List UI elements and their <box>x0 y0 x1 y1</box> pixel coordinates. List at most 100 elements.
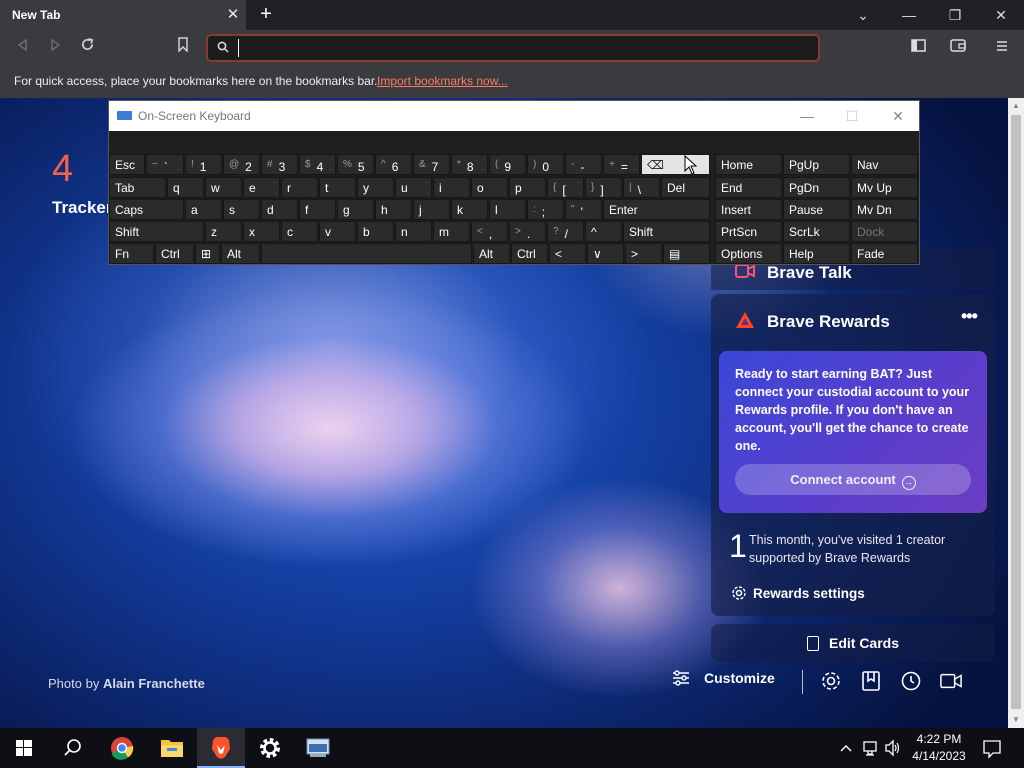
show-hidden-icons-chevron-icon[interactable] <box>838 728 854 768</box>
key-right[interactable]: > <box>625 243 662 264</box>
key-end[interactable]: End <box>715 177 782 198</box>
key-caps[interactable]: Caps <box>109 199 184 220</box>
key-equals[interactable]: + = <box>603 154 640 175</box>
key-o[interactable]: o <box>471 177 508 198</box>
bookmark-button[interactable] <box>170 36 196 60</box>
scroll-thumb[interactable] <box>1011 115 1021 709</box>
key-k8[interactable]: * 8 <box>451 154 488 175</box>
key-k9[interactable]: (9 <box>489 154 526 175</box>
osk-app[interactable] <box>295 728 343 768</box>
sidebar-button[interactable] <box>905 36 931 60</box>
forward-button[interactable] <box>42 36 68 60</box>
photo-credit[interactable]: Photo by Alain Franchette <box>48 676 205 691</box>
key-menukey[interactable]: ▤ <box>663 243 710 264</box>
key-k3[interactable]: #3 <box>261 154 298 175</box>
key-fn[interactable]: Fn <box>109 243 154 264</box>
key-mvup[interactable]: Mv Up <box>851 177 918 198</box>
key-help[interactable]: Help <box>783 243 850 264</box>
settings-gear-icon[interactable] <box>820 670 842 692</box>
back-button[interactable] <box>10 36 36 60</box>
scroll-down-arrow-icon[interactable]: ▼ <box>1008 712 1024 728</box>
chrome-app[interactable] <box>98 728 146 768</box>
key-lalt[interactable]: Alt <box>221 243 260 264</box>
connect-account-button[interactable]: Connect account → <box>735 464 971 495</box>
close-window-button[interactable]: ✕ <box>978 0 1024 30</box>
history-icon[interactable] <box>900 670 922 692</box>
bookmarks-icon[interactable] <box>860 670 882 692</box>
page-scrollbar[interactable]: ▲ ▼ <box>1008 98 1024 728</box>
key-insert[interactable]: Insert <box>715 199 782 220</box>
osk-close-button[interactable]: ✕ <box>875 101 921 131</box>
key-a[interactable]: a <box>185 199 222 220</box>
osk-titlebar[interactable]: On-Screen Keyboard — ☐ ✕ <box>109 101 919 131</box>
address-input[interactable] <box>238 39 808 57</box>
key-k0[interactable]: ) 0 <box>527 154 564 175</box>
restore-button[interactable]: ❐ <box>932 0 978 30</box>
start-button[interactable] <box>0 728 48 768</box>
key-rshift[interactable]: Shift <box>623 221 710 242</box>
key-ralt[interactable]: Alt <box>473 243 510 264</box>
more-options-icon[interactable]: ••• <box>961 306 981 326</box>
key-g[interactable]: g <box>337 199 374 220</box>
tab-search-button[interactable]: ⌄ <box>840 0 886 30</box>
key-k2[interactable]: @2 <box>223 154 260 175</box>
key-lctrl[interactable]: Ctrl <box>155 243 194 264</box>
settings-app[interactable] <box>246 728 294 768</box>
key-pgdn[interactable]: PgDn <box>783 177 850 198</box>
key-lbracket[interactable]: {[ <box>547 177 584 198</box>
wallet-button[interactable] <box>945 36 971 60</box>
key-u[interactable]: u <box>395 177 432 198</box>
key-lshift[interactable]: Shift <box>109 221 204 242</box>
key-quote[interactable]: " ' <box>565 199 602 220</box>
key-k1[interactable]: ! 1 <box>185 154 222 175</box>
key-pause[interactable]: Pause <box>783 199 850 220</box>
key-tab[interactable]: Tab <box>109 177 166 198</box>
key-w[interactable]: w <box>205 177 242 198</box>
key-period[interactable]: >. <box>509 221 546 242</box>
key-up[interactable]: ^ <box>585 221 622 242</box>
key-left[interactable]: < <box>549 243 586 264</box>
key-v[interactable]: v <box>319 221 356 242</box>
key-enter[interactable]: Enter <box>603 199 710 220</box>
key-comma[interactable]: <, <box>471 221 508 242</box>
reload-button[interactable] <box>74 36 100 60</box>
key-semicolon[interactable]: :; <box>527 199 564 220</box>
key-mvdn[interactable]: Mv Dn <box>851 199 918 220</box>
osk-minimize-button[interactable]: — <box>784 101 830 131</box>
osk-maximize-button[interactable]: ☐ <box>829 101 875 131</box>
key-p[interactable]: p <box>509 177 546 198</box>
key-t[interactable]: t <box>319 177 356 198</box>
key-k6[interactable]: ^ 6 <box>375 154 412 175</box>
key-backspace[interactable]: ⌫ <box>641 154 710 175</box>
key-fade[interactable]: Fade <box>851 243 918 264</box>
key-m[interactable]: m <box>433 221 470 242</box>
address-bar[interactable] <box>206 34 820 62</box>
key-options[interactable]: Options <box>715 243 782 264</box>
key-n[interactable]: n <box>395 221 432 242</box>
key-scrlk[interactable]: ScrLk <box>783 221 850 242</box>
file-explorer-app[interactable] <box>148 728 196 768</box>
rewards-settings-link[interactable]: Rewards settings <box>731 585 865 601</box>
key-h[interactable]: h <box>375 199 412 220</box>
key-space[interactable] <box>261 243 472 264</box>
key-i[interactable]: i <box>433 177 470 198</box>
key-r[interactable]: r <box>281 177 318 198</box>
key-nav[interactable]: Nav <box>851 154 918 175</box>
key-home[interactable]: Home <box>715 154 782 175</box>
action-center-icon[interactable] <box>982 728 1002 768</box>
brave-app[interactable] <box>197 728 245 768</box>
key-d[interactable]: d <box>261 199 298 220</box>
key-k5[interactable]: % 5 <box>337 154 374 175</box>
main-menu-button[interactable] <box>989 36 1015 60</box>
key-k4[interactable]: $4 <box>299 154 336 175</box>
scroll-up-arrow-icon[interactable]: ▲ <box>1008 98 1024 114</box>
key-y[interactable]: y <box>357 177 394 198</box>
key-prtscn[interactable]: PrtScn <box>715 221 782 242</box>
key-del[interactable]: Del <box>661 177 710 198</box>
brave-talk-video-icon[interactable] <box>940 670 962 692</box>
key-rbracket[interactable]: }] <box>585 177 622 198</box>
key-j[interactable]: j <box>413 199 450 220</box>
key-k7[interactable]: & 7 <box>413 154 450 175</box>
tab-close-icon[interactable]: ✕ <box>224 5 242 25</box>
key-win[interactable]: ⊞ <box>195 243 220 264</box>
